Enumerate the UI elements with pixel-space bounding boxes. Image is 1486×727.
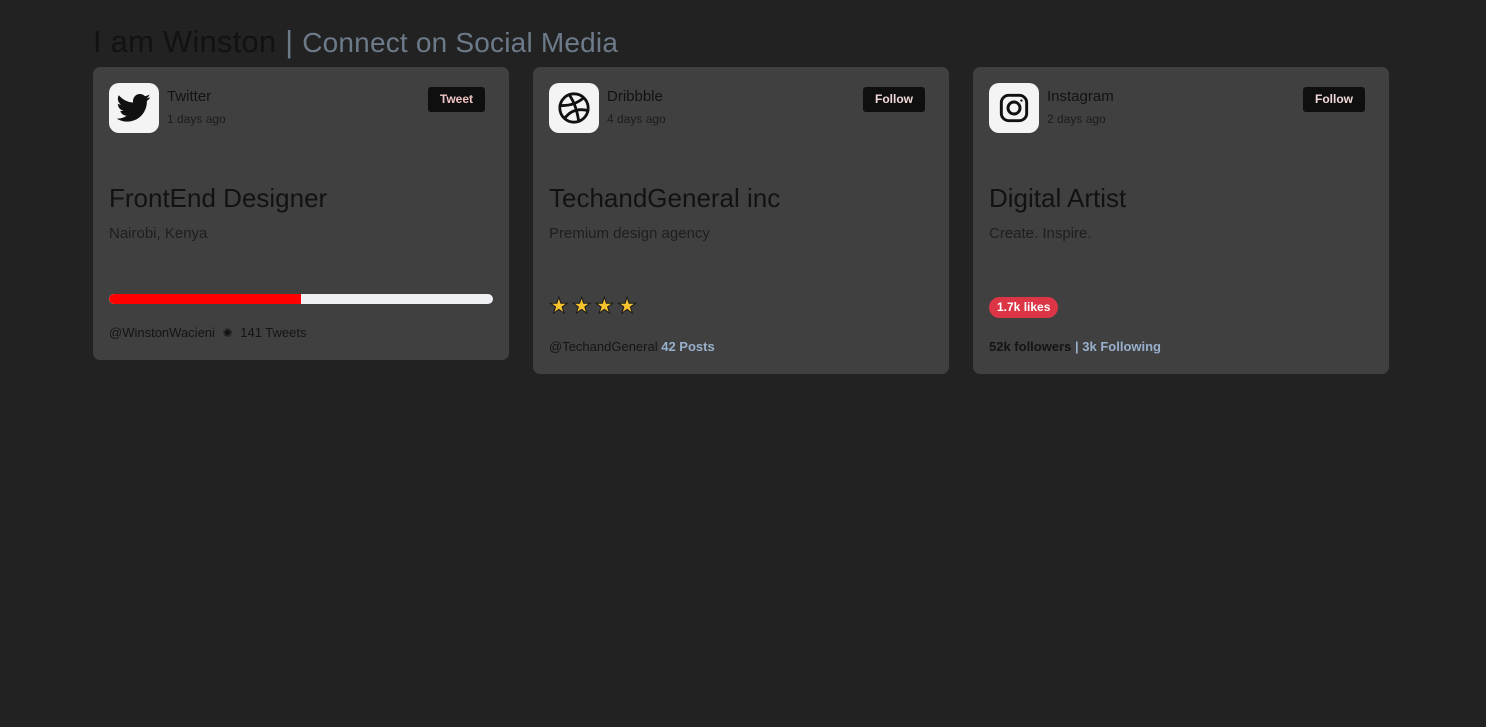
user-handle: @WinstonWacieni (109, 325, 215, 340)
dribbble-card: Dribbble 4 days ago Follow TechandGenera… (533, 67, 949, 374)
dribbble-avatar (549, 83, 599, 133)
star-icon: ★ (571, 293, 592, 318)
following-count: 3k Following (1082, 339, 1161, 354)
card-footer: 52k followers | 3k Following (989, 339, 1161, 355)
platform-name: Dribbble (607, 88, 663, 105)
card-footer: @WinstonWacieni ✺ 141 Tweets (109, 325, 307, 341)
followers-count: 52k followers (989, 339, 1072, 354)
footer-separator: | (1075, 339, 1079, 354)
tweet-count: 141 Tweets (240, 325, 307, 340)
follow-button[interactable]: Follow (1303, 87, 1365, 112)
card-description: Premium design agency (549, 225, 710, 242)
platform-name: Twitter (167, 88, 212, 105)
post-time: 2 days ago (1047, 112, 1106, 126)
gear-icon: ✺ (222, 326, 233, 340)
likes-badge: 1.7k likes (989, 297, 1059, 318)
title-subtitle: Connect on Social Media (302, 27, 619, 58)
post-time: 4 days ago (607, 112, 666, 126)
user-handle: @TechandGeneral (549, 339, 658, 354)
progress-bar (109, 294, 493, 304)
twitter-card: Twitter 1 days ago Tweet FrontEnd Design… (93, 67, 509, 360)
card-footer: @TechandGeneral 42 Posts (549, 339, 715, 355)
progress-fill (109, 294, 301, 304)
dribbble-ball-icon (557, 91, 591, 125)
follow-button[interactable]: Follow (863, 87, 925, 112)
twitter-bird-icon (117, 93, 151, 123)
star-icon: ★ (549, 293, 570, 318)
page-title: I am Winston | Connect on Social Media (93, 22, 618, 63)
twitter-avatar (109, 83, 159, 133)
card-title: TechandGeneral inc (549, 183, 781, 213)
title-name: I am Winston (93, 24, 277, 59)
card-location: Nairobi, Kenya (109, 225, 208, 242)
card-tagline: Create. Inspire. (989, 225, 1092, 242)
card-title: FrontEnd Designer (109, 183, 328, 213)
post-count: 42 Posts (661, 339, 715, 354)
tweet-button[interactable]: Tweet (427, 87, 485, 112)
title-separator: | (285, 24, 294, 59)
page: I am Winston | Connect on Social Media T… (0, 0, 1486, 727)
star-icon: ★ (594, 293, 615, 318)
instagram-card: Instagram 2 days ago Follow Digital Arti… (973, 67, 1389, 374)
card-title: Digital Artist (989, 183, 1127, 213)
post-time: 1 days ago (167, 112, 226, 126)
instagram-avatar (989, 83, 1039, 133)
star-rating: ★ ★ ★ ★ (549, 293, 638, 318)
instagram-camera-icon (998, 92, 1030, 124)
platform-name: Instagram (1047, 88, 1114, 105)
star-icon: ★ (617, 293, 638, 318)
